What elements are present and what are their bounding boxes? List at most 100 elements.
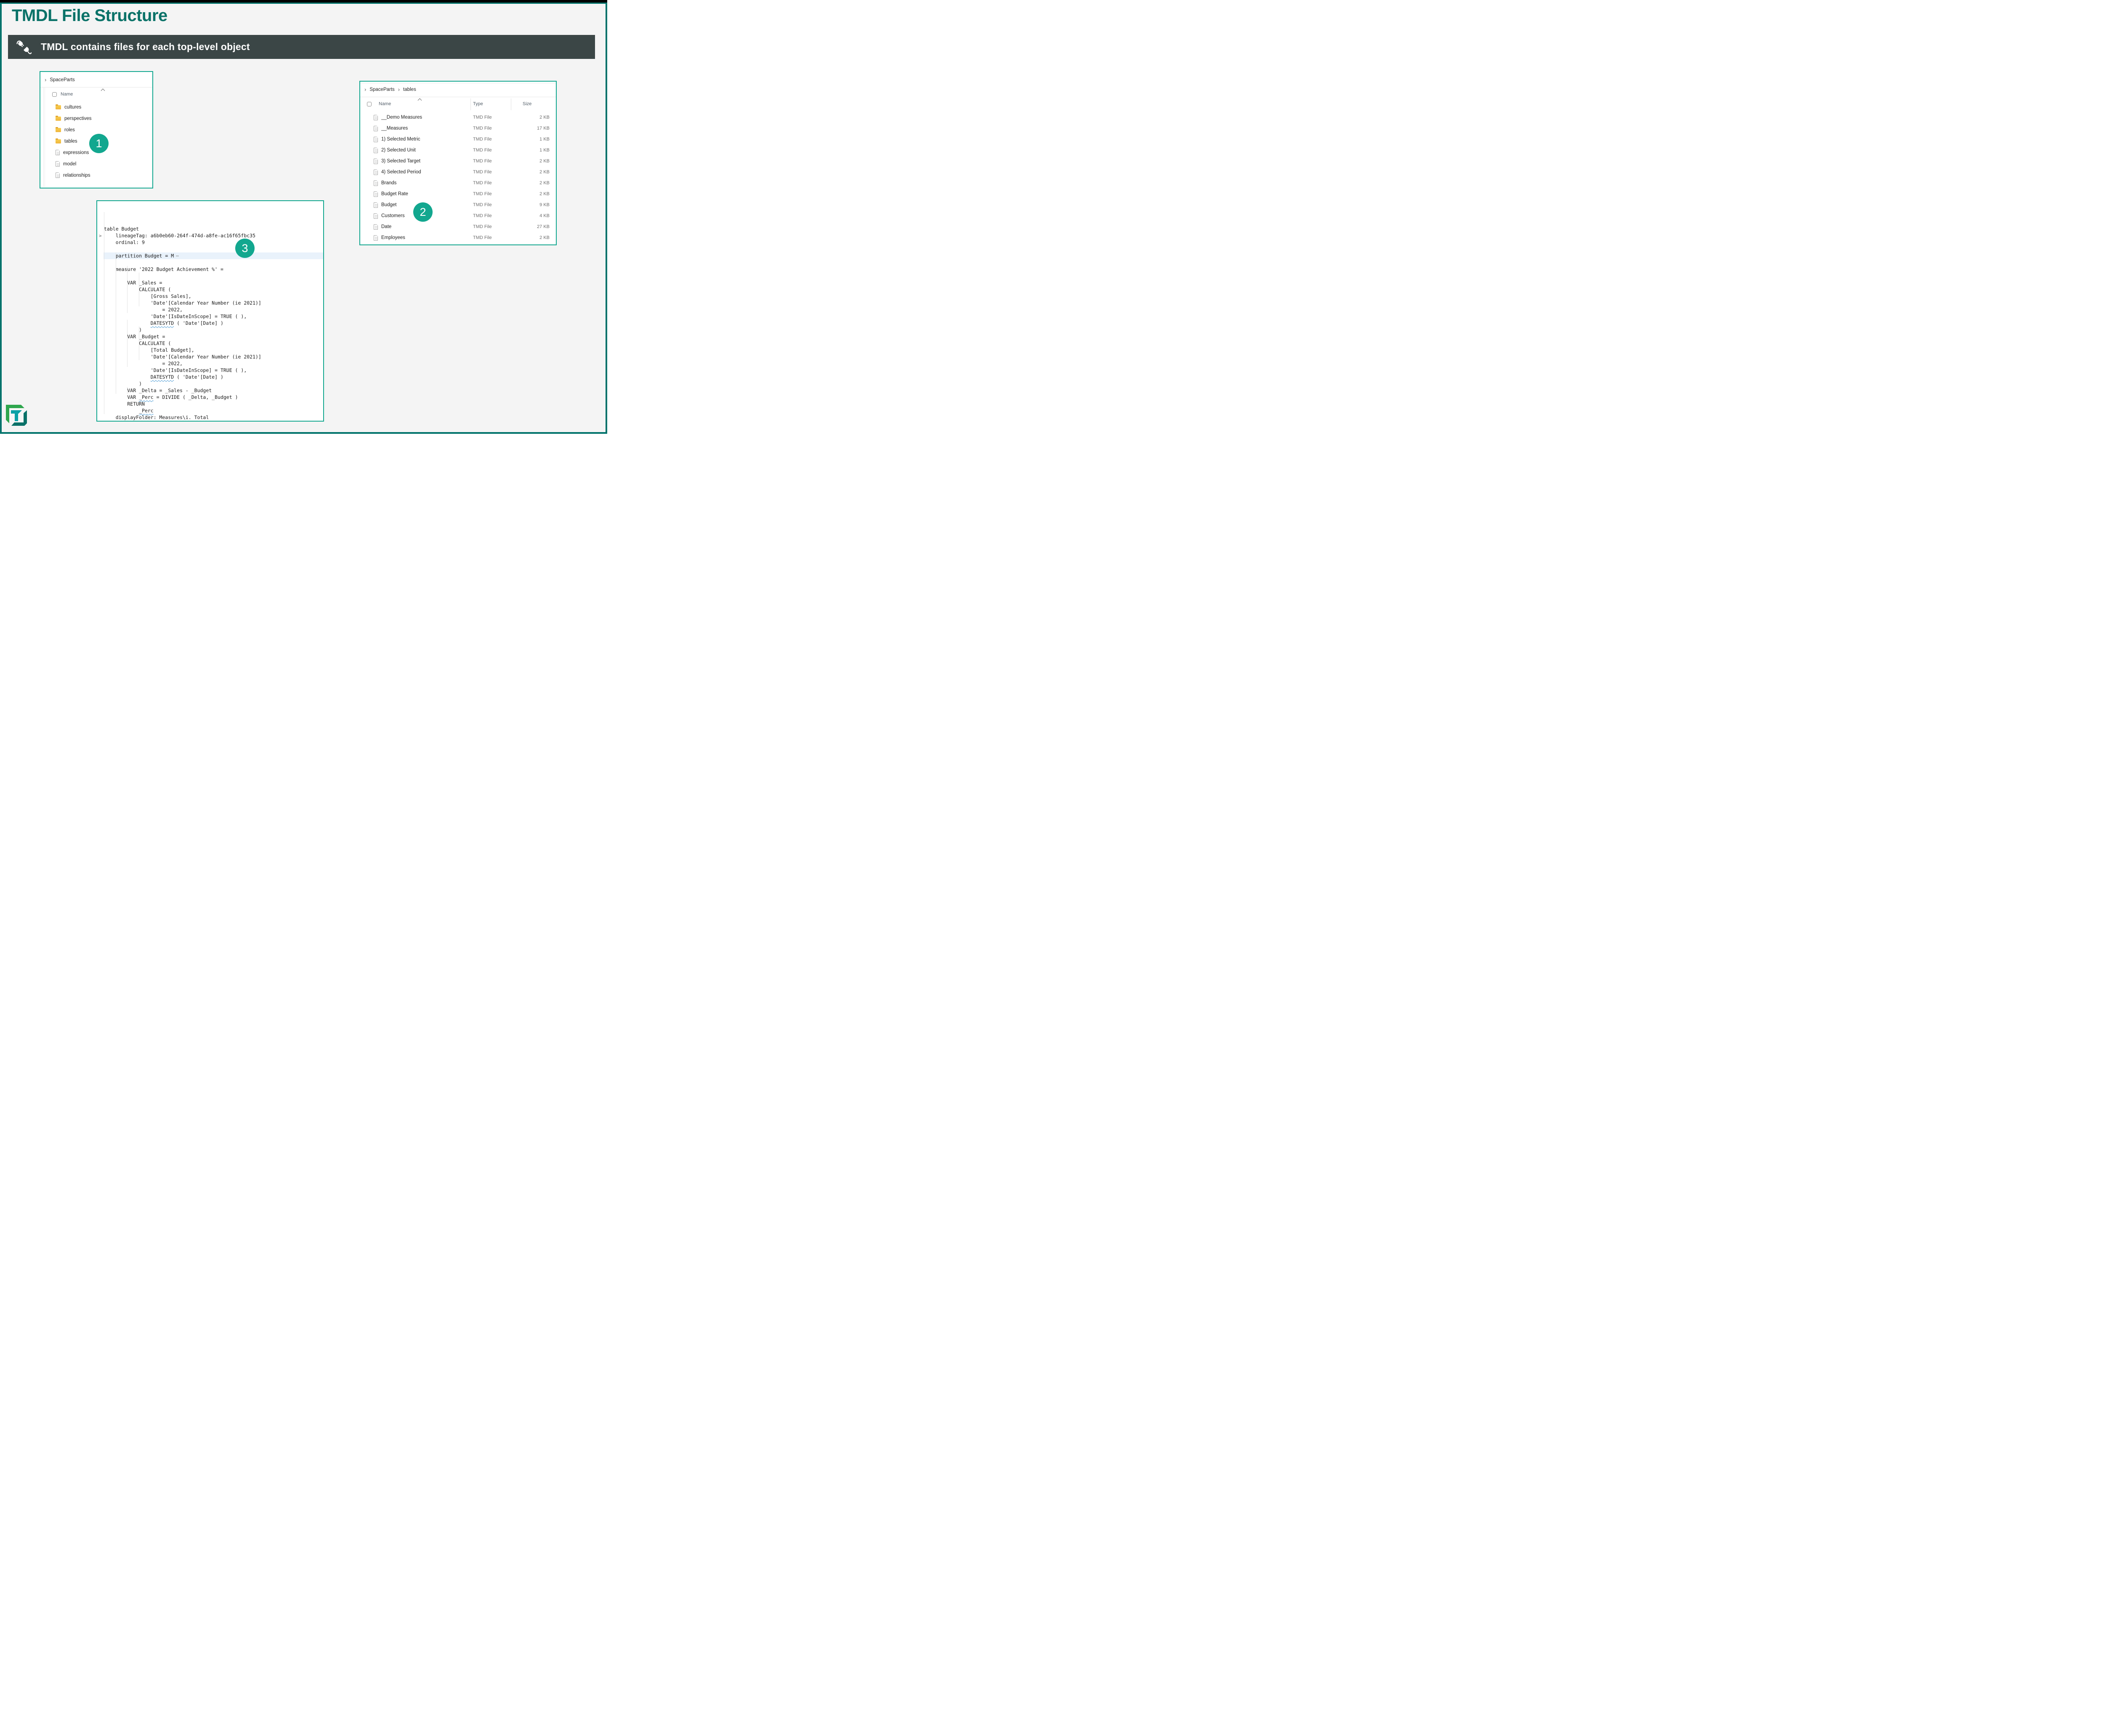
- slide-frame: TMDL File Structure TMDL contains files …: [0, 3, 607, 434]
- breadcrumb-item-spaceparts[interactable]: SpaceParts: [369, 87, 394, 92]
- item-size: 2 KB: [539, 181, 556, 186]
- file-icon: [374, 115, 378, 120]
- code-line: [Gross Sales],: [97, 293, 323, 300]
- code-line: = 2022,: [97, 306, 323, 313]
- select-all-checkbox[interactable]: [367, 102, 372, 106]
- item-type: TMD File: [473, 202, 517, 207]
- item-label: __Demo Measures: [381, 115, 473, 120]
- breadcrumb-item-tables[interactable]: tables: [403, 87, 416, 92]
- item-type: TMD File: [473, 224, 517, 229]
- explorer-row[interactable]: model: [40, 158, 152, 170]
- folder-icon: [56, 139, 61, 143]
- item-label: model: [63, 162, 76, 167]
- slide: TMDL File Structure TMDL contains files …: [0, 0, 607, 434]
- code-line: [97, 246, 323, 252]
- chevron-right-icon[interactable]: ›: [364, 87, 366, 92]
- item-size: 2 KB: [539, 159, 556, 164]
- select-all-checkbox[interactable]: [52, 92, 57, 97]
- folded-code-indicator-icon[interactable]: ⋯: [176, 253, 179, 259]
- folder-icon: [56, 117, 61, 121]
- step-badge-3: 3: [235, 239, 255, 258]
- item-size: 9 KB: [539, 202, 556, 207]
- explorer-row[interactable]: perspectives: [40, 113, 152, 124]
- code-line: lineageTag: a6b0eb60-264f-474d-a8fe-ac16…: [97, 232, 323, 239]
- code-line: DATESYTD ( 'Date'[Date] ): [97, 374, 323, 380]
- item-label: Date: [381, 224, 473, 229]
- indent-guide: [127, 266, 128, 313]
- breadcrumb: › SpaceParts › tables: [364, 85, 416, 95]
- item-type: TMD File: [473, 137, 517, 142]
- file-icon: [374, 159, 378, 164]
- file-icon: [374, 126, 378, 131]
- item-type: TMD File: [473, 126, 517, 131]
- explorer-row[interactable]: 3) Selected Target TMD File 2 KB: [360, 156, 556, 167]
- tmdl-code-panel[interactable]: > table Budget lineageTag: a6b0eb60-264f…: [96, 200, 324, 422]
- item-label: 1) Selected Metric: [381, 137, 473, 142]
- column-divider[interactable]: [470, 98, 471, 110]
- item-label: perspectives: [64, 116, 92, 121]
- item-label: relationships: [63, 173, 90, 178]
- explorer-row[interactable]: 2) Selected Unit TMD File 1 KB: [360, 145, 556, 156]
- explorer-row[interactable]: Brands TMD File 2 KB: [360, 178, 556, 188]
- explorer-row[interactable]: cultures: [40, 101, 152, 113]
- item-type: TMD File: [473, 115, 517, 120]
- column-header-name[interactable]: Name: [61, 92, 73, 97]
- code-line: 'Date'[IsDateInScope] = TRUE ( ),: [97, 367, 323, 374]
- file-icon: [374, 181, 378, 186]
- sort-ascending-icon[interactable]: [101, 89, 105, 93]
- file-icon: [56, 150, 60, 155]
- code-line: VAR _Delta = _Sales - _Budget: [97, 387, 323, 394]
- code-editor[interactable]: > table Budget lineageTag: a6b0eb60-264f…: [97, 201, 323, 421]
- squiggle-warning-text: DATESYTD: [151, 374, 174, 380]
- item-type: TMD File: [473, 191, 517, 196]
- column-header-type[interactable]: Type: [473, 101, 483, 106]
- item-type: TMD File: [473, 213, 517, 218]
- list-header: Name Type Size: [360, 100, 556, 109]
- column-header-name[interactable]: Name: [379, 101, 391, 106]
- file-icon: [56, 173, 60, 178]
- explorer-row[interactable]: relationships: [40, 170, 152, 181]
- column-header-size[interactable]: Size: [523, 101, 531, 106]
- explorer-row[interactable]: Budget Rate TMD File 2 KB: [360, 188, 556, 199]
- item-type: TMD File: [473, 181, 517, 186]
- file-icon: [374, 224, 378, 230]
- explorer2-rows: __Demo Measures TMD File 2 KB __Measures…: [360, 112, 556, 243]
- chevron-right-icon[interactable]: ›: [45, 77, 46, 82]
- file-icon: [374, 170, 378, 175]
- file-icon: [56, 161, 60, 167]
- plug-disconnected-icon: [16, 40, 32, 55]
- explorer-row[interactable]: 1) Selected Metric TMD File 1 KB: [360, 134, 556, 145]
- item-size: 1 KB: [539, 148, 556, 153]
- explorer-row[interactable]: Employees TMD File 2 KB: [360, 232, 556, 243]
- item-size: 2 KB: [539, 235, 556, 240]
- item-label: 3) Selected Target: [381, 159, 473, 164]
- tabular-editor-logo: [6, 405, 27, 426]
- breadcrumb-item-spaceparts[interactable]: SpaceParts: [50, 77, 74, 82]
- code-line: 'Date'[IsDateInScope] = TRUE ( ),: [97, 313, 323, 320]
- code-line: VAR _Perc = DIVIDE ( _Delta, _Budget ): [97, 394, 323, 401]
- item-label: Employees: [381, 235, 473, 240]
- explorer-row[interactable]: __Measures TMD File 17 KB: [360, 123, 556, 134]
- item-label: 2) Selected Unit: [381, 148, 473, 153]
- sort-ascending-icon[interactable]: [418, 98, 422, 103]
- explorer-row[interactable]: __Demo Measures TMD File 2 KB: [360, 112, 556, 123]
- item-size: 17 KB: [537, 126, 556, 131]
- item-size: 2 KB: [539, 191, 556, 196]
- code-line: table Budget: [97, 226, 323, 232]
- explorer-row[interactable]: Budget TMD File 9 KB: [360, 199, 556, 210]
- explorer-row[interactable]: Date TMD File 27 KB: [360, 221, 556, 232]
- item-label: tables: [64, 139, 77, 144]
- code-line: measure '2022 Budget Achievement %' =: [97, 266, 323, 273]
- code-line: VAR _Budget =: [97, 333, 323, 340]
- code-line: VAR _Sales =: [97, 279, 323, 286]
- code-line: ): [97, 326, 323, 333]
- explorer-row[interactable]: 4) Selected Period TMD File 2 KB: [360, 167, 556, 178]
- code-line: [97, 273, 323, 279]
- code-line: [97, 259, 323, 266]
- item-size: 2 KB: [539, 115, 556, 120]
- code-lines: table Budget lineageTag: a6b0eb60-264f-4…: [97, 226, 323, 421]
- divider: [360, 83, 556, 84]
- explorer-row[interactable]: Customers TMD File 4 KB: [360, 210, 556, 221]
- list-header: Name: [40, 90, 152, 100]
- divider: [40, 87, 152, 88]
